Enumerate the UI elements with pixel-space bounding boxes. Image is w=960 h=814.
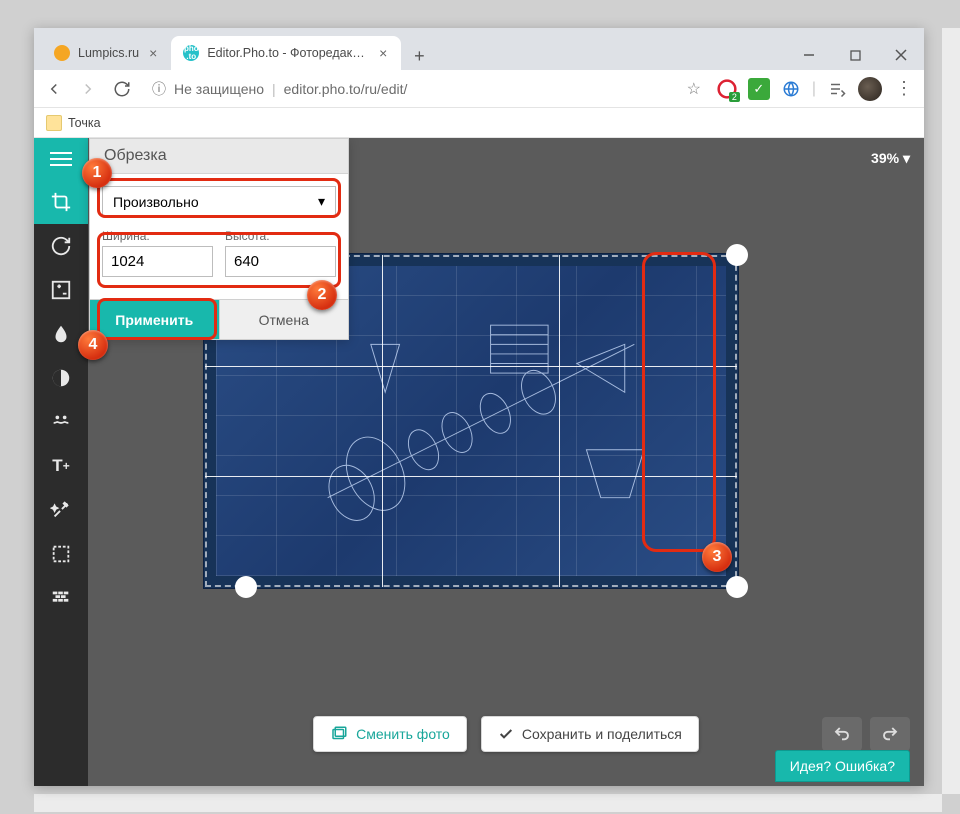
crop-handle-top-right[interactable]	[726, 244, 748, 266]
favicon-lumpics	[54, 45, 70, 61]
tool-crop[interactable]	[34, 180, 88, 224]
tool-sharpen[interactable]	[34, 356, 88, 400]
insecure-label: Не защищено	[174, 81, 264, 97]
tab-title: Lumpics.ru	[78, 46, 139, 60]
close-tab-icon[interactable]: ×	[377, 45, 389, 61]
change-photo-label: Сменить фото	[356, 726, 450, 742]
change-photo-button[interactable]: Сменить фото	[313, 716, 467, 752]
minimize-button[interactable]	[786, 40, 832, 70]
tool-text[interactable]: T+	[34, 444, 88, 488]
window-controls	[786, 40, 924, 70]
maximize-button[interactable]	[832, 40, 878, 70]
tool-frames[interactable]	[34, 532, 88, 576]
crop-gridline	[559, 255, 560, 587]
tab-lumpics[interactable]: Lumpics.ru ×	[42, 36, 171, 70]
menu-button[interactable]: ⋮	[892, 77, 916, 101]
chevron-down-icon: ▾	[903, 150, 910, 166]
globe-extension-icon[interactable]	[780, 78, 802, 100]
crop-handle-bottom-left[interactable]	[235, 576, 257, 598]
crop-panel-title: Обрезка	[90, 139, 348, 174]
apply-button[interactable]: Применить	[90, 300, 219, 339]
crop-panel: Обрезка Произвольно ▾ Ширина: Высота:	[89, 138, 349, 340]
app-viewport: T+ 39% ▾	[34, 138, 924, 786]
tool-exposure[interactable]	[34, 268, 88, 312]
height-label: Высота:	[225, 229, 336, 243]
outer-scrollbar-horizontal[interactable]	[34, 794, 942, 812]
zoom-label: 39%	[871, 150, 899, 166]
tool-textures[interactable]	[34, 576, 88, 620]
width-label: Ширина:	[102, 229, 213, 243]
undo-button[interactable]	[822, 717, 862, 751]
url-bar: ⓘ Не защищено | editor.pho.to/ru/edit/ ☆…	[34, 70, 924, 108]
adblock-badge: 2	[729, 92, 740, 102]
reading-list-icon[interactable]	[826, 78, 848, 100]
bookmark-folder-icon	[46, 115, 62, 131]
url-text: editor.pho.to/ru/edit/	[284, 81, 408, 97]
favicon-editor: pho.to	[183, 45, 199, 61]
zoom-level[interactable]: 39% ▾	[871, 150, 910, 167]
crop-handle-bottom-right[interactable]	[726, 576, 748, 598]
save-share-button[interactable]: Сохранить и поделиться	[481, 716, 699, 752]
adblock-extension-icon[interactable]: 2	[716, 78, 738, 100]
sidebar: T+	[34, 138, 88, 786]
width-input[interactable]	[102, 246, 213, 277]
tool-stickers[interactable]	[34, 400, 88, 444]
redo-button[interactable]	[870, 717, 910, 751]
close-tab-icon[interactable]: ×	[147, 45, 159, 61]
url-separator: |	[272, 81, 276, 97]
address-field[interactable]: ⓘ Не защищено | editor.pho.to/ru/edit/	[144, 75, 672, 103]
feedback-button[interactable]: Идея? Ошибка?	[775, 750, 910, 782]
crop-mode-label: Произвольно	[113, 194, 199, 210]
chevron-down-icon: ▾	[318, 193, 325, 210]
star-bookmark-icon[interactable]: ☆	[682, 77, 706, 101]
back-button[interactable]	[42, 77, 66, 101]
checkmark-extension-icon[interactable]: ✓	[748, 78, 770, 100]
info-icon: ⓘ	[152, 79, 166, 99]
tool-effects[interactable]	[34, 488, 88, 532]
bookmark-label[interactable]: Точка	[68, 116, 101, 130]
close-window-button[interactable]	[878, 40, 924, 70]
crop-mode-select[interactable]: Произвольно ▾	[102, 186, 336, 217]
tab-strip: Lumpics.ru × pho.to Editor.Pho.to - Фото…	[34, 36, 786, 70]
bookmarks-bar: Точка	[34, 108, 924, 138]
crop-gridline	[205, 366, 737, 367]
browser-window: Lumpics.ru × pho.to Editor.Pho.to - Фото…	[34, 28, 924, 786]
annotation-marker: 2	[307, 280, 337, 310]
profile-avatar[interactable]	[858, 77, 882, 101]
annotation-marker: 3	[702, 542, 732, 572]
menu-toggle-button[interactable]	[34, 138, 88, 180]
height-input[interactable]	[225, 246, 336, 277]
annotation-marker: 1	[82, 158, 112, 188]
annotation-marker: 4	[78, 330, 108, 360]
forward-button[interactable]	[76, 77, 100, 101]
tab-title: Editor.Pho.to - Фоторедактор он	[207, 46, 369, 60]
browser-titlebar: Lumpics.ru × pho.to Editor.Pho.to - Фото…	[34, 28, 924, 70]
crop-gridline	[205, 476, 737, 477]
reload-button[interactable]	[110, 77, 134, 101]
tool-rotate[interactable]	[34, 224, 88, 268]
new-tab-button[interactable]: +	[405, 42, 433, 70]
tab-editor[interactable]: pho.to Editor.Pho.to - Фоторедактор он ×	[171, 36, 401, 70]
save-share-label: Сохранить и поделиться	[522, 726, 682, 742]
outer-scrollbar-vertical[interactable]	[942, 28, 960, 794]
crop-gridline	[382, 255, 383, 587]
